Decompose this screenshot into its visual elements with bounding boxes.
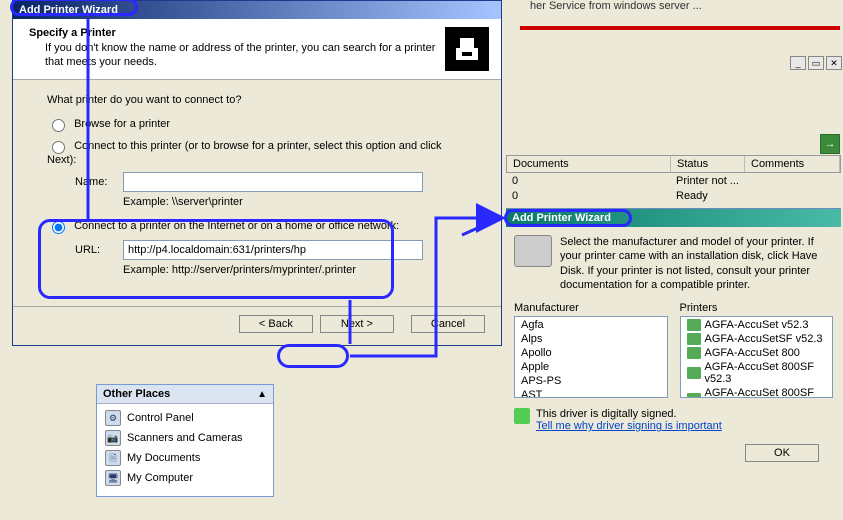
add-printer-wizard-dialog: Add Printer Wizard Specify a Printer If … [12,0,502,346]
list-item[interactable]: AGFA-AccuSet 800SF v2013 [681,386,833,398]
printer-model-label: AGFA-AccuSet 800SF v52.3 [705,361,827,385]
link-label: Control Panel [127,412,194,424]
url-example: Example: http://server/printers/myprinte… [123,264,473,276]
list-item[interactable]: AST [515,388,667,398]
name-label: Name: [75,176,123,188]
other-places-item[interactable]: ⚙ Control Panel [105,408,265,428]
cancel-button[interactable]: Cancel [411,315,485,333]
other-places-item[interactable]: 📷 Scanners and Cameras [105,428,265,448]
list-item[interactable]: AGFA-AccuSetSF v52.3 [681,332,833,346]
driver-icon [687,333,701,345]
minimize-button[interactable]: _ [790,56,806,70]
radio-connect[interactable] [52,141,65,154]
list-item[interactable]: APS-PS [515,374,667,388]
url-label: URL: [75,244,123,256]
list-item[interactable]: AGFA-AccuSet 800 [681,346,833,360]
manufacturer-listbox[interactable]: Agfa Alps Apollo Apple APS-PS AST [514,316,668,398]
column-comments[interactable]: Comments [745,156,840,172]
other-places-item[interactable]: 🗎 My Documents [105,448,265,468]
manufacturer-label: Manufacturer [514,302,668,314]
radio-internet[interactable] [52,221,65,234]
toolbar-separator [520,26,840,30]
go-button[interactable]: → [820,134,840,154]
computer-icon: 🖥 [105,470,121,486]
other-places-item[interactable]: 🖥 My Computer [105,468,265,488]
driver-icon [687,367,701,379]
radio-connect-label: Connect to this printer (or to browse fo… [47,140,442,166]
name-input[interactable] [123,172,423,192]
collapse-icon[interactable]: ▲ [257,389,267,400]
printers-label: Printers [680,302,834,314]
wizard-header-sub: If you don't know the name or address of… [45,41,445,70]
printer-model-label: AGFA-AccuSetSF v52.3 [705,333,823,345]
list-item[interactable]: AGFA-AccuSet v52.3 [681,318,833,332]
close-button[interactable]: ✕ [826,56,842,70]
driver-icon [687,319,701,331]
name-example: Example: \\server\printer [123,196,473,208]
scanner-icon: 📷 [105,430,121,446]
list-item[interactable]: Apple [515,360,667,374]
cell-documents: 0 [512,190,676,202]
driver-icon [687,393,701,398]
printer-header-icon [445,27,489,71]
list-column-headers: Documents Status Comments [506,155,841,173]
list-item[interactable]: AGFA-AccuSet 800SF v52.3 [681,360,833,386]
printer-model-label: AGFA-AccuSet 800SF v2013 [705,387,827,398]
cell-status: Ready [676,190,776,202]
printer-list-row[interactable]: 0 Ready [506,189,841,203]
ok-button[interactable]: OK [745,444,819,462]
list-item[interactable]: Agfa [515,318,667,332]
wizard2-titlebar: Add Printer Wizard [506,209,841,227]
printers-listbox[interactable]: AGFA-AccuSet v52.3 AGFA-AccuSetSF v52.3 … [680,316,834,398]
window-controls: _ ▭ ✕ [790,56,842,70]
link-label: My Documents [127,452,200,464]
wizard2-subtext: Select the manufacturer and model of you… [560,235,833,292]
driver-icon [687,347,701,359]
printer-model-label: AGFA-AccuSet v52.3 [705,319,809,331]
cell-documents: 0 [512,175,676,187]
link-label: Scanners and Cameras [127,432,243,444]
annotation-next-highlight [277,344,349,368]
column-documents[interactable]: Documents [507,156,671,172]
list-item[interactable]: Alps [515,332,667,346]
column-status[interactable]: Status [671,156,745,172]
signed-label: This driver is digitally signed. [536,408,722,420]
url-input[interactable] [123,240,423,260]
documents-icon: 🗎 [105,450,121,466]
control-panel-icon: ⚙ [105,410,121,426]
link-label: My Computer [127,472,193,484]
radio-browse-label: Browse for a printer [74,118,170,130]
wizard-prompt: What printer do you want to connect to? [47,94,473,106]
radio-internet-label: Connect to a printer on the Internet or … [74,220,399,232]
back-button[interactable]: < Back [239,315,313,333]
driver-signing-link[interactable]: Tell me why driver signing is important [536,420,722,432]
wizard-titlebar: Add Printer Wizard [13,1,501,19]
wizard-header-title: Specify a Printer [29,27,445,39]
radio-browse[interactable] [52,119,65,132]
next-button[interactable]: Next > [320,315,394,333]
signed-icon [514,408,530,424]
printer-model-label: AGFA-AccuSet 800 [705,347,800,359]
other-places-title: Other Places [103,388,170,400]
add-printer-driver-wizard: Add Printer Wizard Select the manufactur… [506,208,841,470]
cell-status: Printer not ... [676,175,776,187]
printer-list-row[interactable]: 0 Printer not ... [506,174,841,188]
printer-icon [514,235,552,267]
other-places-panel: Other Places ▲ ⚙ Control Panel 📷 Scanner… [96,384,274,497]
restore-button[interactable]: ▭ [808,56,824,70]
list-item[interactable]: Apollo [515,346,667,360]
background-window-title: her Service from windows server ... [530,0,840,12]
